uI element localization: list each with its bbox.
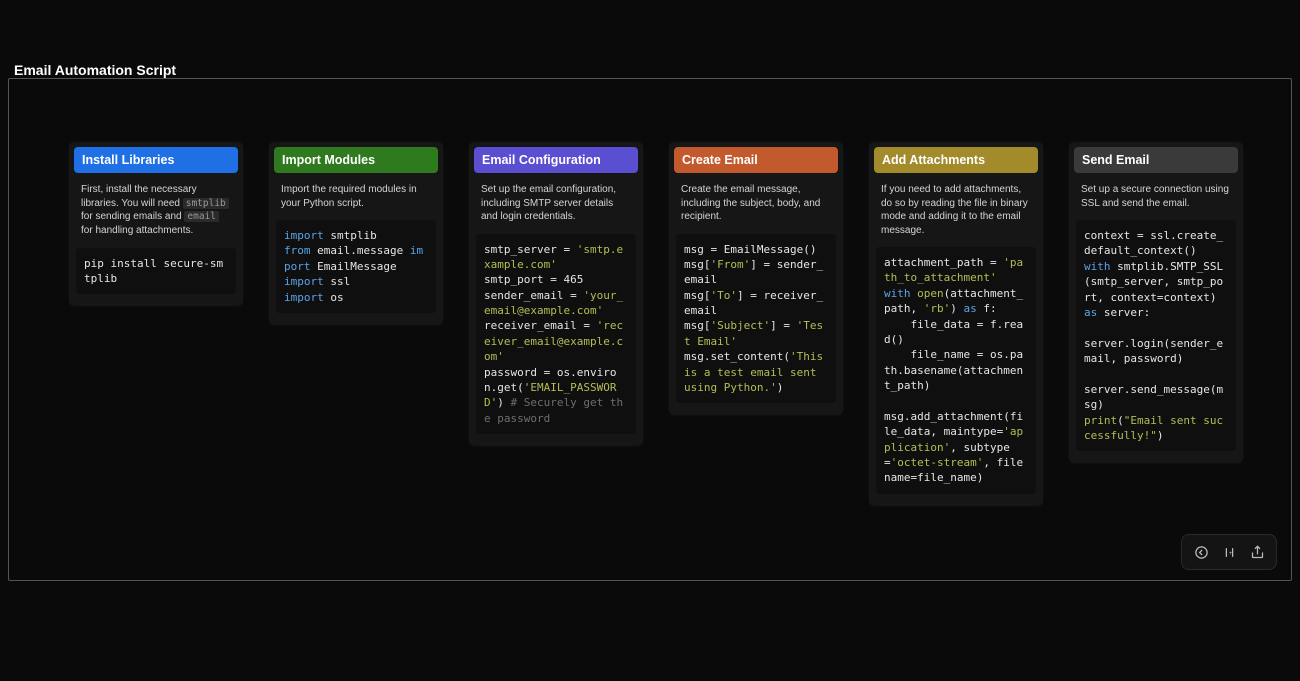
chevron-left-circle-icon xyxy=(1194,545,1209,560)
card-description: Import the required modules in your Pyth… xyxy=(269,173,443,216)
card-description: Set up a secure connection using SSL and… xyxy=(1069,173,1243,216)
card-header: Email Configuration xyxy=(474,147,638,173)
card-4: Add AttachmentsIf you need to add attach… xyxy=(869,142,1043,506)
card-header: Add Attachments xyxy=(874,147,1038,173)
card-description: Create the email message, including the … xyxy=(669,173,843,230)
step-button[interactable]: + xyxy=(1216,539,1242,565)
card-code: attachment_path = 'path_to_attachment' w… xyxy=(876,247,1036,494)
page-title: Email Automation Script xyxy=(14,62,176,78)
card-description: First, install the necessary libraries. … xyxy=(69,173,243,244)
card-code: msg = EmailMessage() msg['From'] = sende… xyxy=(676,234,836,404)
card-3: Create EmailCreate the email message, in… xyxy=(669,142,843,415)
card-header: Create Email xyxy=(674,147,838,173)
card-description: If you need to add attachments, do so by… xyxy=(869,173,1043,243)
card-2: Email ConfigurationSet up the email conf… xyxy=(469,142,643,446)
card-0: Install LibrariesFirst, install the nece… xyxy=(69,142,243,306)
card-1: Import ModulesImport the required module… xyxy=(269,142,443,325)
card-code: pip install secure-smtplib xyxy=(76,248,236,295)
back-button[interactable] xyxy=(1188,539,1214,565)
share-icon xyxy=(1250,545,1265,560)
card-description: Set up the email configuration, includin… xyxy=(469,173,643,230)
card-header: Send Email xyxy=(1074,147,1238,173)
card-code: import smtplib from email.message import… xyxy=(276,220,436,313)
card-header: Import Modules xyxy=(274,147,438,173)
card-code: smtp_server = 'smtp.example.com' smtp_po… xyxy=(476,234,636,435)
cards-row: Install LibrariesFirst, install the nece… xyxy=(69,142,1231,506)
card-header: Install Libraries xyxy=(74,147,238,173)
content-frame: Install LibrariesFirst, install the nece… xyxy=(8,78,1292,581)
step-icon: + xyxy=(1222,545,1237,560)
card-5: Send EmailSet up a secure connection usi… xyxy=(1069,142,1243,463)
share-button[interactable] xyxy=(1244,539,1270,565)
bottom-toolbar: + xyxy=(1181,534,1277,570)
card-code: context = ssl.create_default_context() w… xyxy=(1076,220,1236,451)
